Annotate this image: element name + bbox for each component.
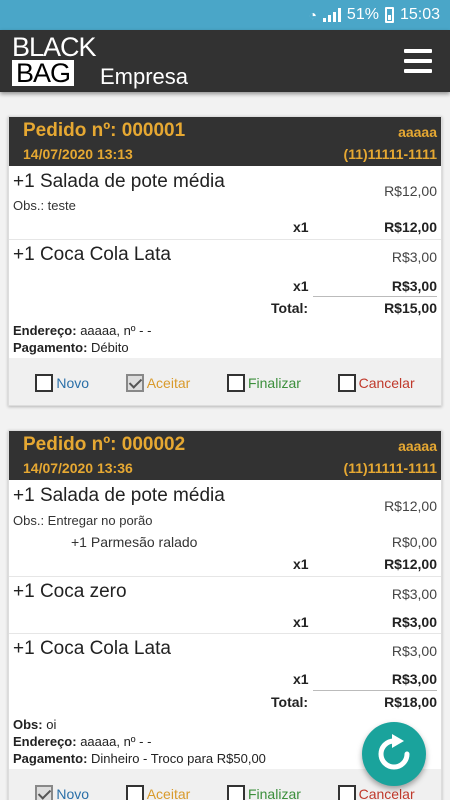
refresh-button[interactable] xyxy=(362,722,426,786)
item-name: +1 Coca Cola Lata xyxy=(13,638,171,659)
item-price: R$12,00 xyxy=(384,498,437,514)
clock: 15:03 xyxy=(399,6,440,23)
order-item: +1 Salada de pote média R$12,00 Obs.: te… xyxy=(9,166,441,240)
payment-value: Dinheiro - Troco para R$50,00 xyxy=(91,751,266,766)
item-qty: x1 xyxy=(293,671,309,687)
app-subtitle: Empresa xyxy=(100,64,189,89)
total-value: R$15,00 xyxy=(384,300,437,316)
finalizar-checkbox[interactable]: Finalizar xyxy=(226,374,301,392)
payment-label: Pagamento: xyxy=(13,340,88,355)
order-phone: (11)11111-1111 xyxy=(343,146,437,162)
order-datetime: 14/07/2020 13:36 xyxy=(23,460,133,476)
order-number: Pedido nº: 000002 xyxy=(23,434,186,455)
order-phone: (11)11111-1111 xyxy=(343,460,437,476)
refresh-icon xyxy=(378,734,410,770)
item-name: +1 Salada de pote média xyxy=(13,171,225,192)
novo-label: Novo xyxy=(56,375,90,391)
item-subtotal: R$12,00 xyxy=(384,219,437,235)
item-name: +1 Salada de pote média xyxy=(13,485,225,506)
novo-checkbox[interactable]: Novo xyxy=(35,374,89,392)
order-customer: aaaaa xyxy=(398,438,437,454)
order-number: Pedido nº: 000001 xyxy=(23,120,186,141)
total-value: R$18,00 xyxy=(384,694,437,710)
total-label: Total: xyxy=(271,694,309,710)
obs-value: oi xyxy=(46,717,57,732)
order-card-1: Pedido nº: 000001 14/07/2020 13:13 aaaaa… xyxy=(8,116,442,406)
item-subtotal: R$3,00 xyxy=(391,278,437,294)
address-label: Endereço: xyxy=(13,734,77,749)
cancelar-checkbox[interactable]: Cancelar xyxy=(337,785,415,800)
order-item: +1 Coca Cola Lata R$3,00 x1 R$3,00 xyxy=(9,240,441,296)
order-actions: Novo Aceitar Finalizar Cancelar xyxy=(9,358,441,405)
order-header: Pedido nº: 000002 14/07/2020 13:36 aaaaa… xyxy=(9,431,441,480)
app-bar: BLACK BAG Empresa xyxy=(0,30,450,92)
item-subtotal: R$12,00 xyxy=(384,556,437,572)
status-bar: ◔ 51% 15:03 xyxy=(0,0,450,30)
finalizar-checkbox[interactable]: Finalizar xyxy=(226,785,301,800)
battery-icon xyxy=(384,7,394,23)
address-value: aaaaa, nº - - xyxy=(80,734,152,749)
logo-line1: BLACK xyxy=(12,32,97,62)
item-price: R$12,00 xyxy=(384,183,437,199)
order-item: +1 Salada de pote média R$12,00 Obs.: En… xyxy=(9,480,441,577)
address-value: aaaaa, nº - - xyxy=(80,323,152,338)
order-item: +1 Coca Cola Lata R$3,00 x1 R$3,00 xyxy=(9,634,441,690)
total-row: Total: R$15,00 xyxy=(9,296,441,320)
order-customer: aaaaa xyxy=(398,124,437,140)
order-datetime: 14/07/2020 13:13 xyxy=(23,146,133,162)
address-label: Endereço: xyxy=(13,323,77,338)
item-obs: Obs.: Entregar no porão xyxy=(13,513,153,528)
item-name: +1 Coca Cola Lata xyxy=(13,244,171,265)
finalizar-label: Finalizar xyxy=(247,786,301,800)
checkbox-checked-icon[interactable] xyxy=(125,374,144,392)
item-price: R$3,00 xyxy=(391,643,437,659)
checkbox-icon[interactable] xyxy=(226,374,245,392)
item-name: +1 Coca zero xyxy=(13,581,127,602)
item-qty: x1 xyxy=(293,556,309,572)
hamburger-icon[interactable] xyxy=(404,49,432,73)
aceitar-label: Aceitar xyxy=(146,375,191,391)
logo: BLACK BAG Empresa xyxy=(12,32,188,89)
order-info: Endereço: aaaaa, nº - - Pagamento: Débit… xyxy=(9,320,441,358)
item-price: R$3,00 xyxy=(391,249,437,265)
payment-value: Débito xyxy=(91,340,129,355)
checkbox-icon[interactable] xyxy=(337,785,356,800)
checkbox-icon[interactable] xyxy=(337,374,356,392)
item-qty: x1 xyxy=(293,614,309,630)
cancelar-checkbox[interactable]: Cancelar xyxy=(337,374,415,392)
wifi-icon: ◔ xyxy=(308,7,317,23)
checkbox-icon[interactable] xyxy=(226,785,245,800)
item-subtotal: R$3,00 xyxy=(391,614,437,630)
item-qty: x1 xyxy=(293,219,309,235)
item-price: R$3,00 xyxy=(391,586,437,602)
item-addon: +1 Parmesão ralado xyxy=(71,534,198,550)
total-label: Total: xyxy=(271,300,309,316)
order-header: Pedido nº: 000001 14/07/2020 13:13 aaaaa… xyxy=(9,117,441,166)
aceitar-checkbox[interactable]: Aceitar xyxy=(125,785,191,800)
aceitar-checkbox[interactable]: Aceitar xyxy=(125,374,191,392)
total-row: Total: R$18,00 xyxy=(9,690,441,714)
obs-label: Obs: xyxy=(13,717,43,732)
aceitar-label: Aceitar xyxy=(146,786,191,800)
cancelar-label: Cancelar xyxy=(358,375,415,391)
payment-label: Pagamento: xyxy=(13,751,88,766)
novo-checkbox[interactable]: Novo xyxy=(35,785,89,800)
finalizar-label: Finalizar xyxy=(247,375,301,391)
signal-icon xyxy=(322,8,341,22)
novo-label: Novo xyxy=(56,786,90,800)
checkbox-icon[interactable] xyxy=(35,374,54,392)
battery-percent: 51% xyxy=(346,6,379,23)
order-item: +1 Coca zero R$3,00 x1 R$3,00 xyxy=(9,577,441,634)
checkbox-icon[interactable] xyxy=(125,785,144,800)
cancelar-label: Cancelar xyxy=(358,786,415,800)
item-obs: Obs.: teste xyxy=(13,198,76,213)
item-subtotal: R$3,00 xyxy=(391,671,437,687)
item-addon-price: R$0,00 xyxy=(391,534,437,550)
item-qty: x1 xyxy=(293,278,309,294)
checkbox-checked-icon[interactable] xyxy=(35,785,54,800)
logo-line2: BAG xyxy=(12,60,75,87)
